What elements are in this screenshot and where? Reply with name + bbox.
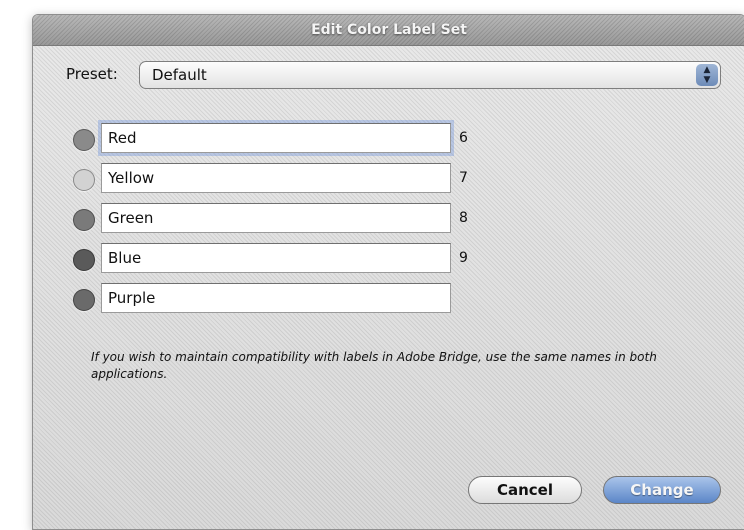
color-swatch-yellow [73, 169, 95, 191]
label-name-field-purple[interactable] [101, 283, 451, 313]
cancel-button[interactable]: Cancel [468, 476, 582, 504]
label-name-field-blue[interactable] [101, 243, 451, 273]
color-swatch-blue [73, 249, 95, 271]
label-row-purple [33, 281, 744, 317]
label-row-red: 6 [33, 121, 744, 157]
dialog-title: Edit Color Label Set [33, 15, 744, 46]
color-swatch-purple [73, 289, 95, 311]
shortcut-key-blue: 9 [459, 250, 468, 266]
label-name-field-yellow[interactable] [101, 163, 451, 193]
label-name-field-red[interactable] [101, 123, 451, 153]
color-swatch-green [73, 209, 95, 231]
shortcut-key-green: 8 [459, 210, 468, 226]
color-swatch-red [73, 129, 95, 151]
shortcut-key-yellow: 7 [459, 170, 468, 186]
label-row-blue: 9 [33, 241, 744, 277]
preset-select[interactable]: Default ▲ ▼ [139, 61, 721, 89]
change-button[interactable]: Change [603, 476, 721, 504]
shortcut-key-red: 6 [459, 130, 468, 146]
preset-selected-value: Default [152, 66, 207, 84]
label-row-yellow: 7 [33, 161, 744, 197]
edit-color-label-dialog: Edit Color Label Set Preset: Default ▲ ▼ … [32, 14, 744, 530]
label-row-green: 8 [33, 201, 744, 237]
chevron-up-down-icon: ▲ ▼ [696, 64, 718, 86]
preset-label: Preset: [66, 65, 118, 83]
compatibility-note: If you wish to maintain compatibility wi… [91, 350, 657, 381]
label-name-field-green[interactable] [101, 203, 451, 233]
